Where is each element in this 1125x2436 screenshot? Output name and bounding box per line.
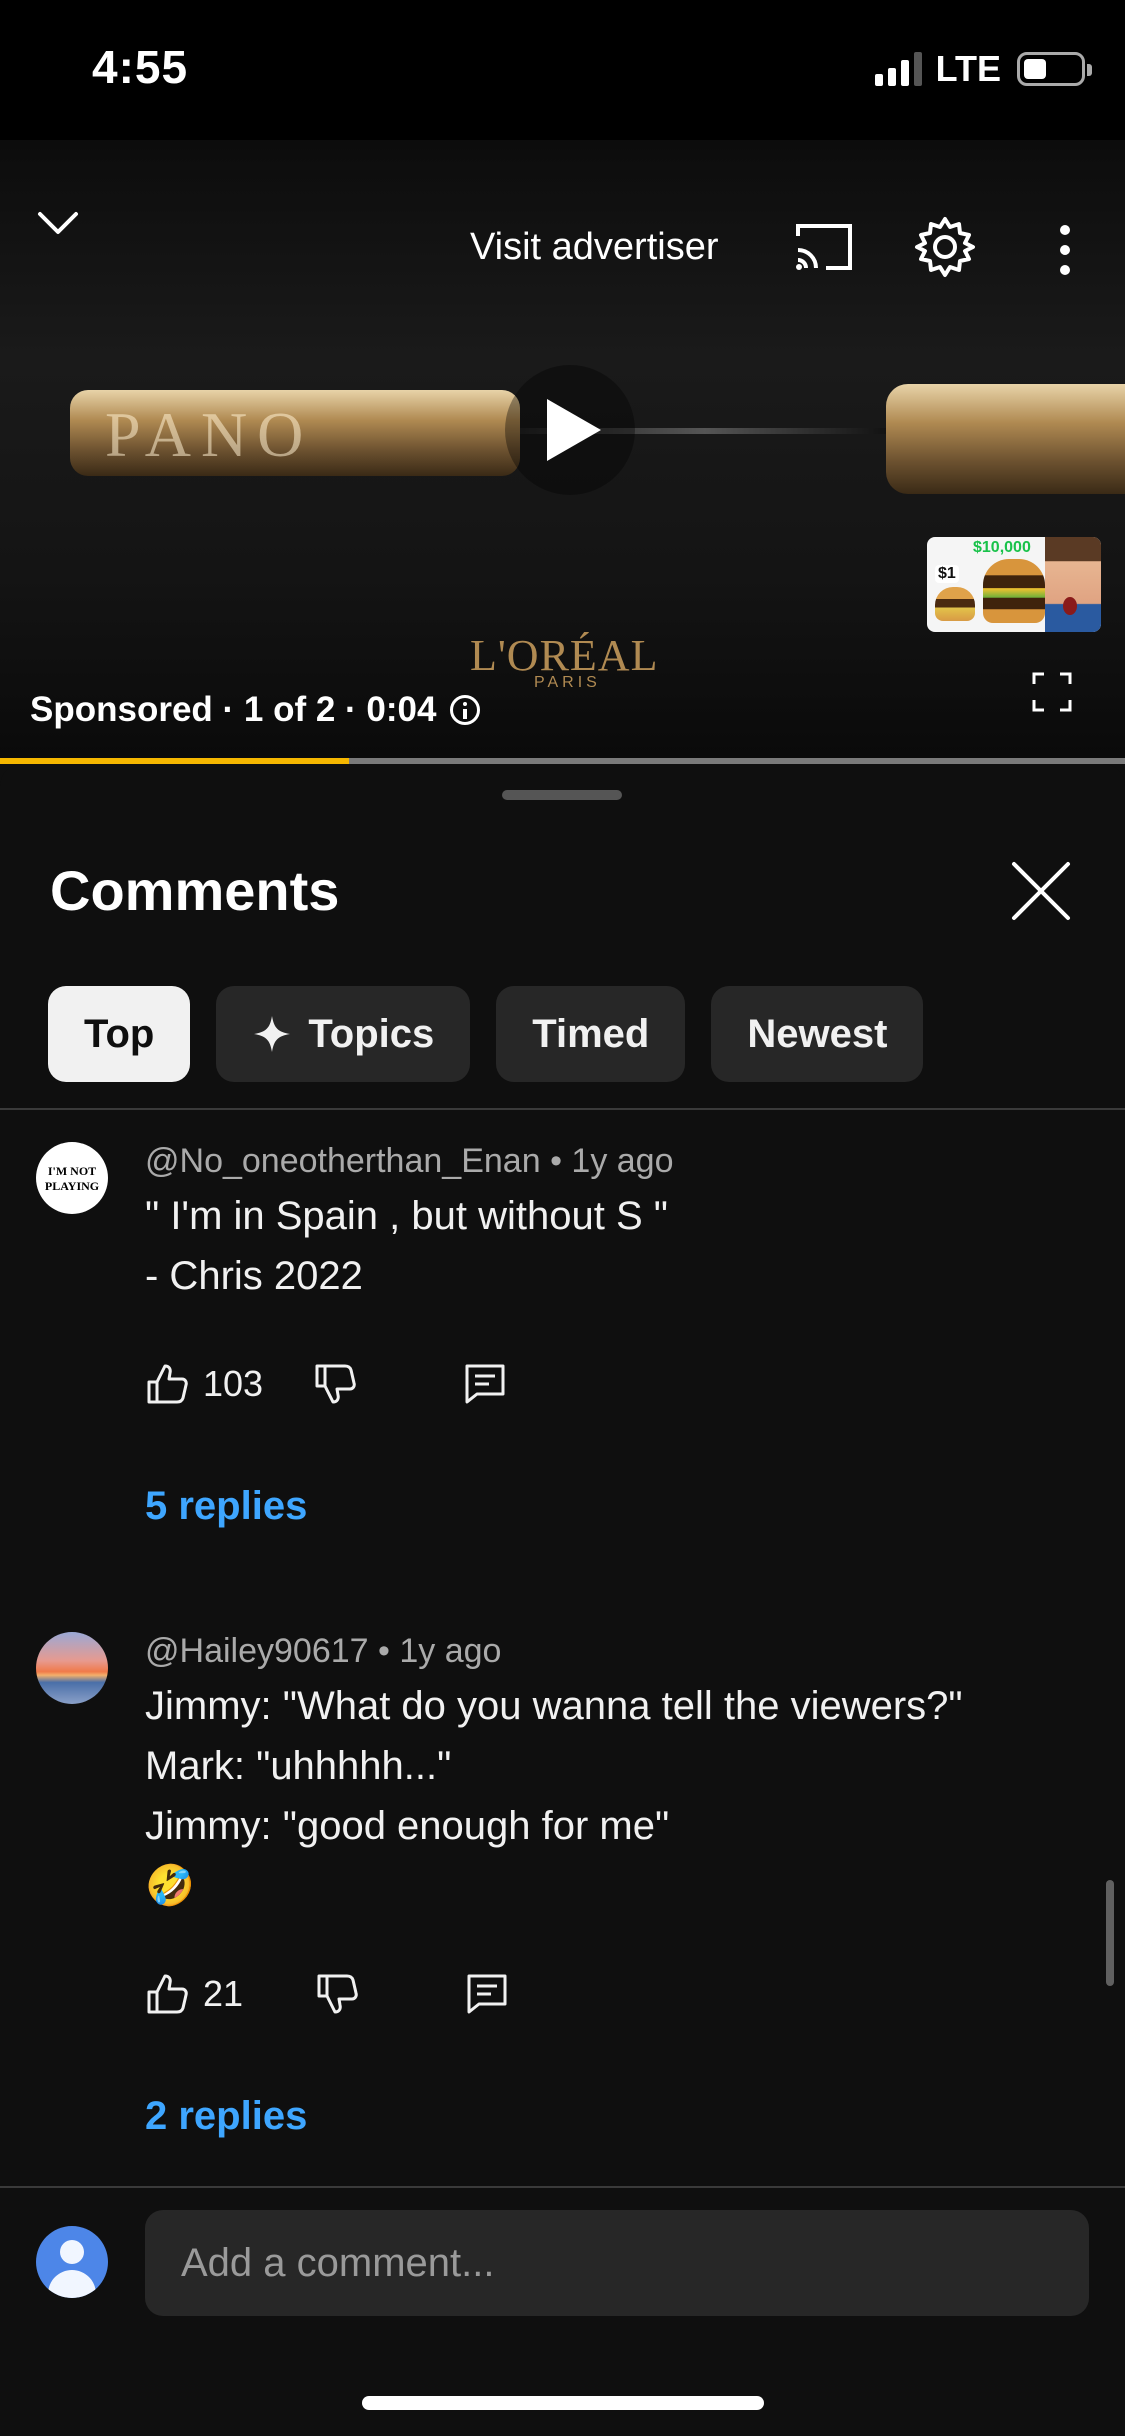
chip-label: Top [84,1011,155,1056]
ad-product-text: PANO [105,399,314,470]
comment-time: 1y ago [399,1632,502,1670]
thumbnail-mouth [1063,597,1077,615]
thumbnail-burger-large [983,559,1045,623]
sparkle-icon [254,1016,291,1052]
more-options-button[interactable] [1050,222,1080,278]
next-video-thumbnail[interactable]: $10,000 $1 [927,537,1101,632]
like-count: 21 [203,1973,244,2014]
signal-icon [874,52,922,86]
play-icon [547,399,601,461]
chip-label: Newest [747,1011,888,1056]
comments-title: Comments [50,859,340,922]
dislike-icon[interactable] [313,1362,357,1406]
divider [0,1108,1125,1110]
reply-icon[interactable] [465,1972,509,2016]
comment-text: Jimmy: "What do you wanna tell the viewe… [145,1684,963,1908]
chip-newest[interactable]: Newest [711,986,924,1082]
fullscreen-icon [1032,672,1072,712]
like-icon[interactable] [145,1972,189,2016]
comment-text: " I'm in Spain , but without S " - Chris… [145,1194,668,1298]
settings-button[interactable] [913,215,977,279]
ad-product-cap [886,384,1125,494]
user-avatar [36,2226,108,2298]
scrollbar[interactable] [1106,1880,1114,1986]
drag-handle[interactable] [502,790,622,800]
collapse-player-button[interactable] [36,208,80,238]
meta-separator: • [378,1632,400,1670]
status-bar: 4:55 LTE [0,0,1125,140]
thumbnail-face [1045,537,1101,632]
thumbnail-badge-small: $1 [935,565,959,583]
cast-button[interactable] [792,220,856,274]
fullscreen-button[interactable] [1032,672,1072,712]
gear-icon [915,217,975,277]
chip-label: Timed [532,1011,650,1056]
comment-sort-chips: Top Topics Timed Newest [48,986,924,1082]
add-comment-input[interactable] [145,2210,1089,2316]
comment-actions: 21 [145,1972,509,2016]
close-comments-button[interactable] [1010,860,1072,922]
chip-timed[interactable]: Timed [496,986,686,1082]
play-button[interactable] [505,365,635,495]
close-icon [1012,862,1070,920]
avatar[interactable]: I'M NOT PLAYING [36,1142,108,1214]
comment-author[interactable]: @No_oneotherthan_Enan [145,1142,541,1180]
replies-link[interactable]: 5 replies [145,1484,307,1529]
status-time: 4:55 [92,41,189,93]
info-icon[interactable] [450,695,481,725]
more-vertical-icon [1060,225,1070,275]
comment-actions: 103 [145,1362,507,1406]
dislike-icon[interactable] [315,1972,359,2016]
divider [0,2186,1125,2188]
sponsored-text: Sponsored · 1 of 2 · 0:04 [30,690,437,729]
sponsored-label: Sponsored · 1 of 2 · 0:04 [30,690,481,730]
chip-label: Topics [308,1011,435,1056]
meta-separator: • [550,1142,572,1180]
chip-topics[interactable]: Topics [216,986,471,1082]
comment-meta: @Hailey90617 • 1y ago [145,1632,501,1671]
cast-icon [796,224,852,270]
replies-link[interactable]: 2 replies [145,2094,307,2139]
chip-top[interactable]: Top [48,986,191,1082]
like-count: 103 [203,1363,264,1404]
comment-time: 1y ago [571,1142,674,1180]
avatar[interactable] [36,1632,108,1704]
comment-meta: @No_oneotherthan_Enan • 1y ago [145,1142,674,1181]
chevron-down-icon [38,212,78,234]
home-indicator[interactable] [362,2396,764,2410]
visit-advertiser-button[interactable]: Visit advertiser [470,226,719,269]
avatar-text: I'M NOT PLAYING [44,1164,100,1193]
comment-author[interactable]: @Hailey90617 [145,1632,369,1670]
like-icon[interactable] [145,1362,189,1406]
ad-brand-sub: PARIS [534,674,601,691]
reply-icon[interactable] [463,1362,507,1406]
thumbnail-badge: $10,000 [973,539,1031,556]
video-player[interactable]: Visit advertiser PANO $10,000 $1 L'ORÉAL… [0,140,1125,760]
network-type: LTE [935,48,1001,89]
player-top-controls: Visit advertiser [0,180,1125,277]
thumbnail-burger-small [935,587,975,621]
status-indicators: LTE [874,48,1092,90]
battery-icon [1017,52,1092,86]
